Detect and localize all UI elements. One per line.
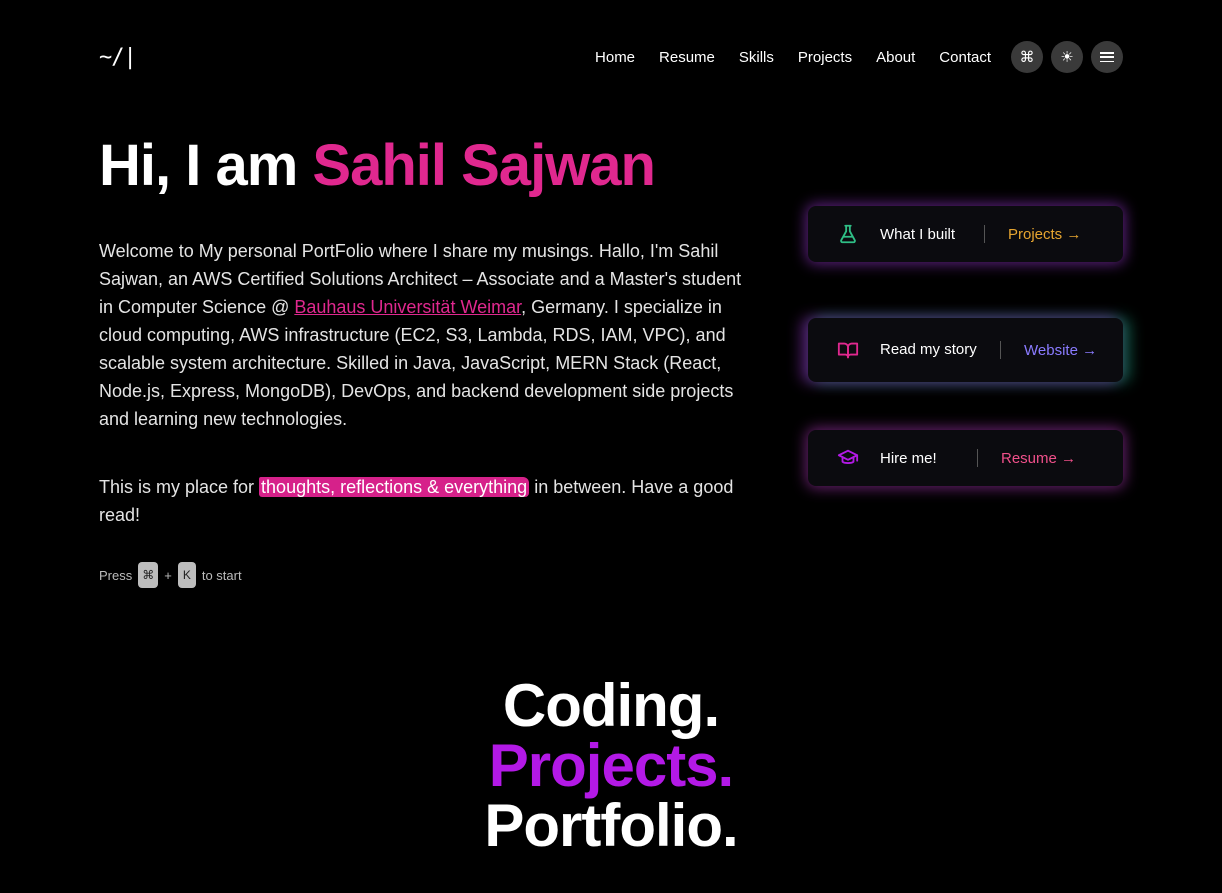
main-nav: Home Resume Skills Projects About Contac…	[595, 49, 991, 66]
tagline: Coding. Projects. Portfolio.	[0, 676, 1222, 856]
intro-paragraph: Welcome to My personal PortFolio where I…	[99, 237, 754, 433]
story-card-label: Read my story	[880, 341, 977, 358]
resume-link[interactable]: Resume →	[1001, 450, 1076, 467]
flask-icon	[837, 223, 859, 245]
keyboard-hint: Press ⌘ + K to start	[99, 562, 242, 588]
press-label: Press	[99, 567, 133, 583]
projects-link[interactable]: Projects →	[1008, 226, 1081, 243]
k-key: K	[177, 562, 196, 588]
site-header: ~/| Home Resume Skills Projects About Co…	[99, 40, 1123, 74]
command-palette-button[interactable]: ⌘	[1011, 41, 1043, 73]
tagline-portfolio: Portfolio.	[484, 792, 738, 859]
nav-about[interactable]: About	[876, 49, 915, 66]
welcome-paragraph: This is my place for thoughts, reflectio…	[99, 473, 754, 529]
hero-title: Hi, I am Sahil Sajwan	[99, 132, 656, 199]
tagline-projects: Projects.	[488, 732, 734, 799]
menu-icon	[1100, 52, 1114, 62]
theme-toggle-button[interactable]: ☀	[1051, 41, 1083, 73]
highlighted-text: thoughts, reflections & everything	[259, 477, 530, 497]
nav-skills[interactable]: Skills	[739, 49, 774, 66]
sun-icon: ☀	[1060, 48, 1074, 66]
card-divider	[984, 225, 985, 243]
command-key: ⌘	[138, 562, 159, 588]
nav-projects[interactable]: Projects	[798, 49, 852, 66]
hero-name: Sahil Sajwan	[312, 133, 656, 198]
site-logo[interactable]: ~/|	[99, 45, 137, 70]
website-link[interactable]: Website →	[1024, 342, 1097, 359]
tagline-coding: Coding.	[502, 672, 720, 739]
nav-contact[interactable]: Contact	[939, 49, 991, 66]
hero-greeting: Hi, I am	[99, 133, 313, 198]
hire-card[interactable]: Hire me! Resume →	[808, 430, 1123, 486]
nav-resume[interactable]: Resume	[659, 49, 715, 66]
projects-card-label: What I built	[880, 225, 956, 243]
book-icon	[837, 339, 859, 361]
to-start-label: to start	[201, 567, 242, 583]
university-link[interactable]: Bauhaus Universität Weimar	[294, 297, 521, 317]
header-icon-buttons: ⌘ ☀	[1011, 41, 1123, 73]
card-divider	[977, 449, 978, 467]
projects-card[interactable]: What I built Projects →	[808, 206, 1123, 262]
welcome-text-before: This is my place for	[99, 477, 260, 497]
menu-button[interactable]	[1091, 41, 1123, 73]
nav-home[interactable]: Home	[595, 49, 635, 66]
plus-sign: +	[164, 567, 172, 583]
card-divider	[1000, 341, 1001, 359]
hire-card-label: Hire me!	[880, 449, 937, 467]
command-icon: ⌘	[1019, 48, 1035, 66]
graduation-cap-icon	[837, 447, 859, 469]
header-right: Home Resume Skills Projects About Contac…	[595, 41, 1123, 73]
story-card[interactable]: Read my story Website →	[808, 318, 1123, 382]
